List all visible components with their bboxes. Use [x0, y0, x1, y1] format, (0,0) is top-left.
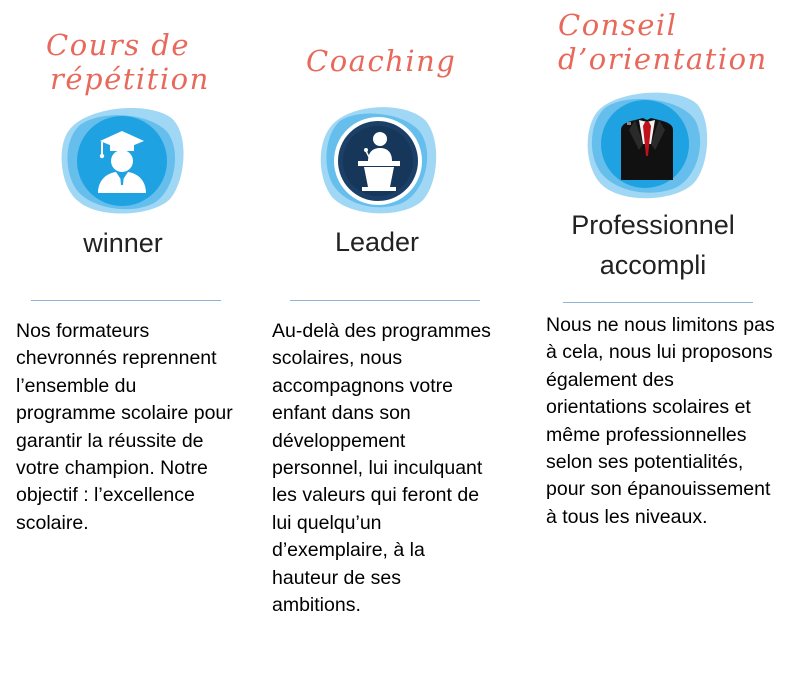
- service-description: Au-delà des programmes scolaires, nous a…: [272, 320, 491, 617]
- divider: [31, 300, 221, 301]
- service-subtitle: Professionnel accompli: [571, 210, 735, 280]
- service-description: Nous ne nous limitons pas à cela, nous l…: [546, 314, 775, 528]
- service-subtitle: winner: [83, 228, 163, 258]
- service-subtitle: Leader: [334, 227, 420, 257]
- service-title: Cours de répétition: [46, 28, 210, 96]
- service-title: Coaching: [306, 44, 457, 78]
- service-description: Nos formateurs chevronnés reprennent l’e…: [16, 320, 233, 534]
- divider: [290, 300, 480, 301]
- divider: [563, 302, 753, 303]
- graduate-icon: [61, 107, 184, 214]
- speaker-podium-icon: [320, 107, 437, 214]
- business-suit-icon: [587, 92, 708, 199]
- service-title: Conseil d’orientation: [558, 8, 768, 76]
